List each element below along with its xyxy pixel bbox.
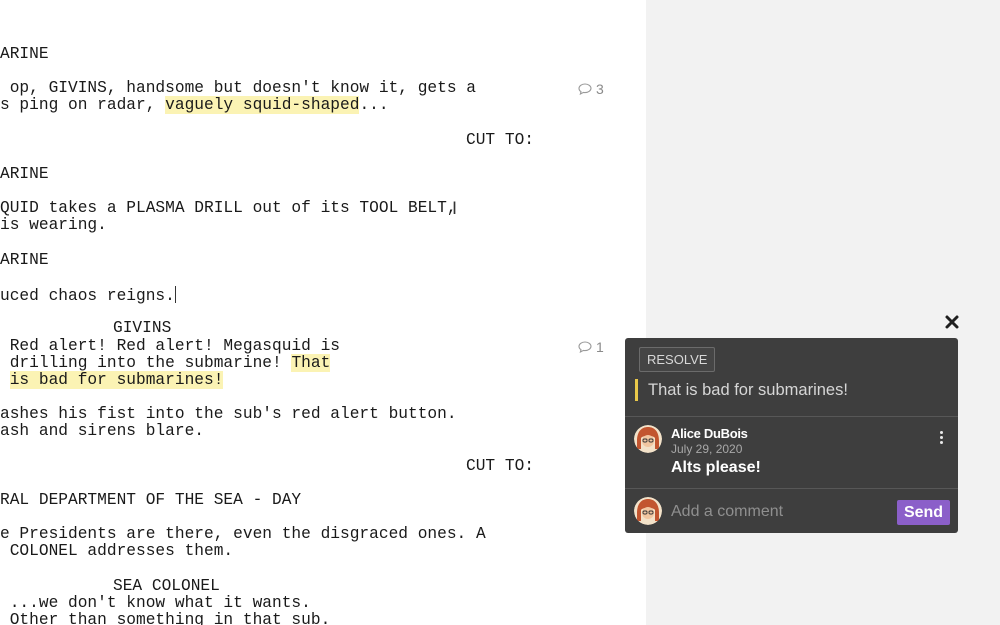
action-line: ash and sirens blare.: [0, 422, 204, 440]
close-icon[interactable]: [943, 313, 961, 331]
dialogue-line: Other than something in that sub.: [0, 611, 331, 625]
quoted-selection: That is bad for submarines!: [635, 379, 848, 401]
avatar: [634, 497, 662, 525]
scene-heading: RAL DEPARTMENT OF THE SEA - DAY: [0, 491, 302, 509]
highlighted-text[interactable]: That: [291, 354, 331, 372]
more-options-icon[interactable]: [937, 431, 945, 447]
avatar: [634, 425, 662, 453]
character-name: SEA COLONEL: [113, 577, 220, 595]
comment-count-button[interactable]: 1: [578, 339, 604, 355]
dialogue-line: ...we don't know what it wants.: [0, 594, 311, 612]
comment-date: July 29, 2020: [671, 442, 743, 456]
action-line: COLONEL addresses them.: [0, 542, 234, 560]
comment-text: Alts please!: [671, 459, 761, 476]
action-line: QUID takes a PLASMA DRILL out of its TOO…: [0, 199, 457, 217]
action-line: is wearing.: [0, 216, 107, 234]
dialogue-line: drilling into the submarine! That: [0, 354, 331, 372]
resolve-button[interactable]: RESOLVE: [639, 347, 716, 372]
scene-heading: ARINE: [0, 251, 49, 269]
script-page[interactable]: ARINE op, GIVINS, handsome but doesn't k…: [0, 0, 646, 625]
action-line: ashes his fist into the sub's red alert …: [0, 405, 457, 423]
comment-author: Alice DuBois: [671, 426, 748, 441]
comment-panel: RESOLVE That is bad for submarines! Alic…: [625, 338, 958, 533]
character-name: GIVINS: [113, 319, 172, 337]
dialogue-line: is bad for submarines!: [0, 371, 224, 389]
mouse-ibeam-cursor: I: [452, 199, 458, 219]
comment-count: 1: [596, 339, 604, 355]
action-line: s ping on radar, vaguely squid-shaped...: [0, 96, 389, 114]
action-line: op, GIVINS, handsome but doesn't know it…: [0, 79, 476, 97]
comment-bubble-icon: [578, 83, 592, 95]
highlighted-text[interactable]: is bad for submarines!: [9, 371, 224, 389]
transition: CUT TO:: [466, 131, 534, 149]
action-line: e Presidents are there, even the disgrac…: [0, 525, 486, 543]
dialogue-line: Red alert! Red alert! Megasquid is: [0, 337, 340, 355]
send-button[interactable]: Send: [897, 500, 950, 525]
divider: [625, 416, 958, 417]
add-comment-input[interactable]: [671, 499, 886, 525]
highlighted-text[interactable]: vaguely squid-shaped: [165, 96, 360, 114]
scene-heading: ARINE: [0, 165, 49, 183]
comment-bubble-icon: [578, 341, 592, 353]
divider: [625, 488, 958, 489]
comment-count: 3: [596, 81, 604, 97]
comment-count-button[interactable]: 3: [578, 81, 604, 97]
transition: CUT TO:: [466, 457, 534, 475]
text-cursor: [174, 286, 177, 303]
action-line: uced chaos reigns.: [0, 286, 177, 305]
scene-heading: ARINE: [0, 45, 49, 63]
